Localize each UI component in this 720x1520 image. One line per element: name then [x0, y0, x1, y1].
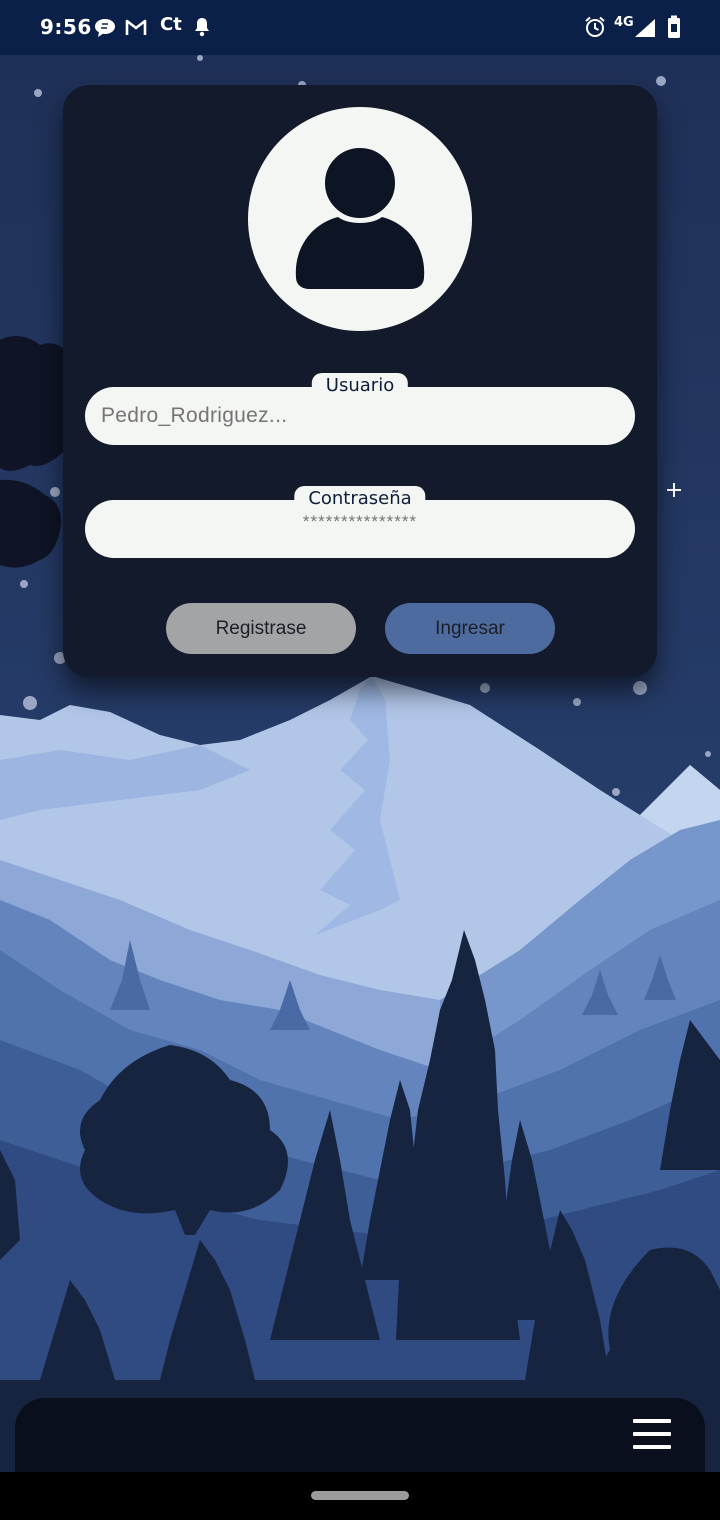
- phone-screen: 9:56 Ct 4G Pedro_Rodriguez... Usuario **…: [0, 0, 720, 1520]
- login-button[interactable]: Ingresar: [385, 603, 555, 654]
- register-button[interactable]: Registrase: [166, 603, 356, 654]
- password-field: Contraseña: [85, 486, 635, 558]
- user-avatar-icon: [295, 144, 425, 289]
- chat-bubble-icon: [95, 19, 115, 37]
- ct-app-icon: Ct: [160, 14, 182, 35]
- password-label: Contraseña: [294, 486, 426, 510]
- alarm-clock-icon: [585, 16, 605, 37]
- status-bar: 9:56 Ct 4G: [0, 0, 720, 55]
- network-type-label: 4G: [614, 15, 634, 30]
- cellular-signal-icon: [635, 19, 655, 37]
- hamburger-menu-icon[interactable]: [633, 1416, 675, 1454]
- avatar: [248, 107, 472, 331]
- username-field: Usuario: [85, 373, 635, 445]
- bottom-app-bar: [15, 1398, 705, 1472]
- notification-bell-icon: [195, 18, 209, 37]
- gmail-icon: [125, 19, 147, 35]
- status-time: 9:56: [40, 15, 92, 39]
- home-gesture-handle[interactable]: [311, 1491, 409, 1500]
- login-card: Usuario Contraseña Registrase Ingresar: [63, 85, 657, 677]
- battery-icon: [668, 15, 680, 38]
- system-nav-bar: [0, 1472, 720, 1520]
- username-label: Usuario: [311, 373, 409, 397]
